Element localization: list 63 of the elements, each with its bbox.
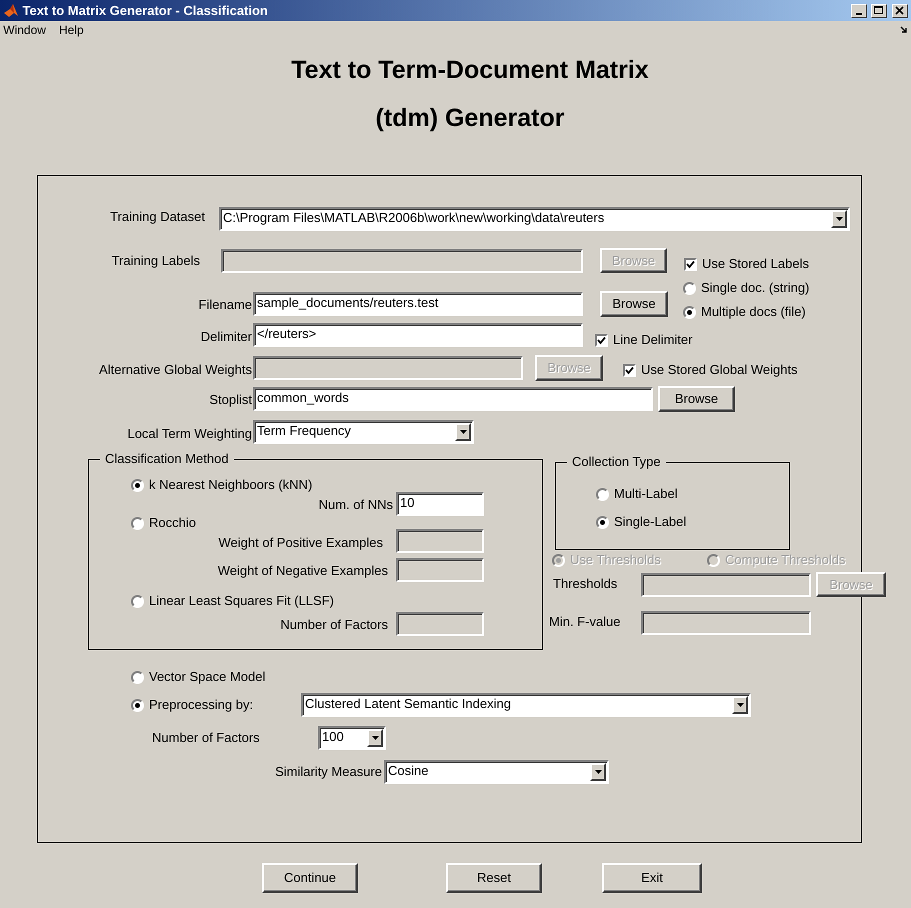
radio-button[interactable]: Single doc. (string) (683, 279, 858, 297)
close-button[interactable] (892, 4, 908, 18)
heading: (tdm) Generator (374, 103, 566, 133)
checkbox[interactable]: Line Delimiter (595, 331, 745, 349)
field-label: Local Term Weighting (126, 426, 252, 442)
minimize-icon (856, 12, 862, 14)
radio-button[interactable]: Multi-Label (596, 485, 746, 503)
field-label: Number of Factors (279, 617, 388, 633)
field-label: Similarity Measure (274, 764, 382, 780)
field-label: Training Dataset (109, 209, 205, 225)
field-label: Delimiter (200, 329, 252, 345)
app-logo-icon (3, 2, 20, 18)
dropdown[interactable]: 100 (318, 726, 386, 750)
push-button[interactable]: Reset (446, 863, 542, 893)
input-field[interactable]: 10 (396, 492, 484, 516)
field-label: Number of Factors (152, 730, 261, 746)
caret-icon (594, 770, 602, 774)
radio-button[interactable]: Preprocessing by: (131, 696, 296, 714)
caret-icon (836, 217, 842, 221)
field-label: Filename (198, 297, 252, 313)
caret-icon (460, 430, 466, 434)
radio-button[interactable]: Single-Label (596, 513, 746, 531)
input-field[interactable]: sample_documents/reuters.test (253, 292, 583, 316)
close-icon (894, 5, 906, 16)
dropdown[interactable]: C:\Program Files\MATLAB\R2006b\work\new\working\data\reuters (219, 207, 850, 231)
menu-item[interactable]: Window (3, 20, 46, 38)
dropdown[interactable]: Term Frequency (253, 420, 474, 444)
dropdown[interactable]: Clustered Latent Semantic Indexing (301, 693, 751, 717)
caret-icon (736, 703, 744, 707)
radio-button[interactable]: Vector Space Model (131, 668, 331, 686)
window-title: Text to Matrix Generator - Classification (22, 2, 268, 20)
field-label: Weight of Positive Examples (218, 535, 383, 551)
input-field[interactable]: common_words (253, 387, 653, 411)
field-label: Stoplist (208, 392, 252, 408)
checkbox[interactable]: Use Stored Labels (684, 255, 859, 273)
checkbox[interactable]: Use Stored Global Weights (623, 361, 853, 379)
radio-button[interactable]: Linear Least Squares Fit (LLSF) (131, 592, 391, 610)
input-field[interactable]: </reuters> (253, 323, 583, 347)
dock-arrow-icon[interactable] (900, 26, 908, 34)
maximize-button[interactable] (870, 4, 886, 18)
field-label: Num. of NNs (318, 497, 393, 513)
minimize-button[interactable] (851, 4, 868, 18)
radio-button[interactable]: k Nearest Neighboors (kNN) (131, 476, 381, 494)
field-label: Min. F-value (549, 614, 622, 630)
check-icon (597, 336, 606, 344)
caret-icon (372, 736, 378, 740)
push-button[interactable]: Exit (602, 863, 702, 893)
heading: Text to Term-Document Matrix (290, 55, 650, 85)
menu-item[interactable]: Help (58, 20, 84, 38)
field-label: Alternative Global Weights (98, 362, 252, 378)
field-label: Weight of Negative Examples (216, 563, 388, 579)
check-icon (625, 366, 634, 374)
field-label: Training Labels (110, 253, 200, 269)
frame-title: Collection Type (567, 454, 666, 470)
dropdown[interactable]: Cosine (384, 760, 609, 784)
field-label: Thresholds (553, 576, 618, 592)
maximize-icon (873, 5, 884, 16)
browse-button[interactable]: Browse (600, 291, 668, 317)
radio-button[interactable]: Multiple docs (file) (683, 303, 858, 321)
radio-button[interactable]: Rocchio (131, 514, 281, 532)
push-button[interactable]: Continue (262, 863, 358, 893)
check-icon (686, 260, 695, 268)
browse-button[interactable]: Browse (658, 386, 735, 412)
